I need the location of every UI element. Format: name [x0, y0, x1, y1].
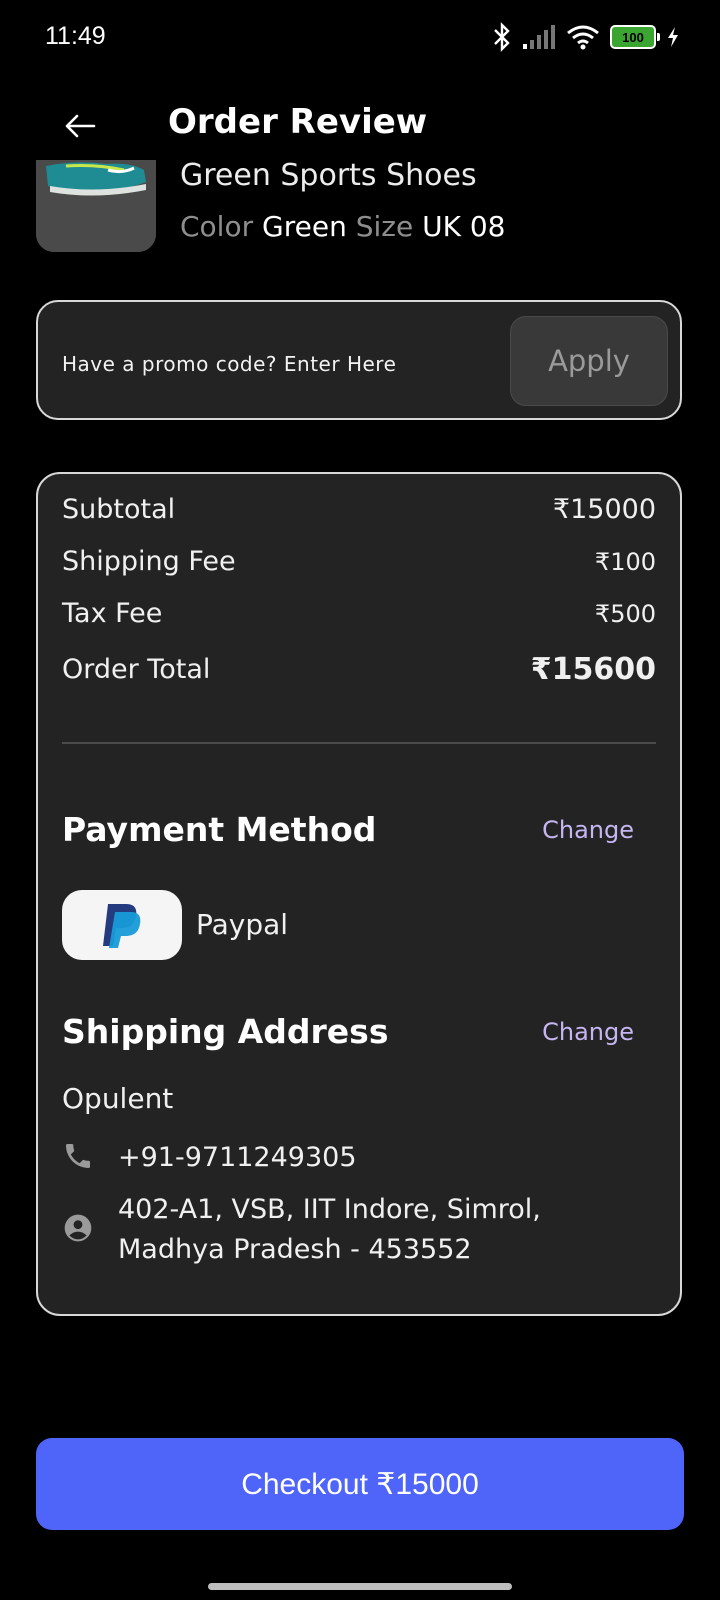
change-payment-link[interactable]: Change: [542, 816, 634, 844]
promo-code-box: Have a promo code? Enter Here Apply: [36, 300, 682, 420]
color-value: Green: [262, 210, 347, 243]
shipping-fee-value: ₹100: [594, 547, 656, 576]
subtotal-row: Subtotal ₹15000: [62, 494, 656, 525]
address-line-2: Madhya Pradesh - 453552: [118, 1234, 472, 1265]
order-total-row: Order Total ₹15600: [62, 652, 656, 687]
recipient-name: Opulent: [62, 1082, 174, 1115]
tax-fee-row: Tax Fee ₹500: [62, 598, 656, 629]
payment-method-title: Payment Method: [62, 810, 377, 849]
shipping-fee-label: Shipping Fee: [62, 546, 236, 577]
order-total-label: Order Total: [62, 654, 211, 685]
change-address-link[interactable]: Change: [542, 1018, 634, 1046]
page-title: Order Review: [168, 102, 428, 142]
divider: [62, 742, 656, 744]
app-bar: Order Review: [0, 88, 720, 158]
status-time: 11:49: [45, 22, 106, 50]
signal-icon: [523, 25, 555, 49]
apply-button[interactable]: Apply: [510, 316, 668, 406]
product-name: Green Sports Shoes: [180, 160, 477, 193]
back-button[interactable]: [60, 106, 100, 146]
product-image: [36, 160, 156, 252]
arrow-left-icon: [65, 114, 96, 138]
tax-fee-value: ₹500: [594, 599, 656, 628]
paypal-icon: [103, 904, 141, 948]
color-label: Color: [180, 210, 254, 243]
payment-method-name: Paypal: [196, 908, 289, 941]
shipping-address-title: Shipping Address: [62, 1012, 389, 1051]
subtotal-value: ₹15000: [552, 494, 656, 525]
phone-icon: [66, 1144, 90, 1168]
subtotal-label: Subtotal: [62, 494, 176, 525]
battery-level: 100: [622, 29, 644, 45]
shoe-image: [36, 160, 156, 252]
home-indicator[interactable]: [208, 1583, 512, 1590]
size-label: Size: [355, 210, 414, 243]
wifi-icon: [567, 25, 599, 50]
account-circle-icon: [64, 1214, 92, 1242]
tax-fee-label: Tax Fee: [62, 598, 163, 629]
address-line-1: 402-A1, VSB, IIT Indore, Simrol,: [118, 1194, 541, 1225]
order-total-value: ₹15600: [530, 652, 656, 687]
phone-number: +91-9711249305: [118, 1142, 357, 1173]
order-summary-card: Subtotal ₹15000 Shipping Fee ₹100 Tax Fe…: [36, 472, 682, 1316]
battery-icon: 100: [610, 25, 660, 49]
checkout-button[interactable]: Checkout ₹15000: [36, 1438, 684, 1530]
status-bar: 11:49 100: [0, 0, 720, 78]
size-value: UK 08: [422, 210, 506, 243]
bluetooth-icon: [494, 22, 510, 52]
charging-icon: [668, 27, 678, 47]
paypal-logo-icon: [62, 890, 182, 960]
product-variant: Color Green Size UK 08: [180, 210, 506, 243]
product-item[interactable]: Green Sports Shoes Color Green Size UK 0…: [36, 160, 686, 260]
status-icons: 100: [492, 22, 680, 52]
promo-code-input[interactable]: Have a promo code? Enter Here: [62, 352, 396, 376]
shipping-fee-row: Shipping Fee ₹100: [62, 546, 656, 577]
